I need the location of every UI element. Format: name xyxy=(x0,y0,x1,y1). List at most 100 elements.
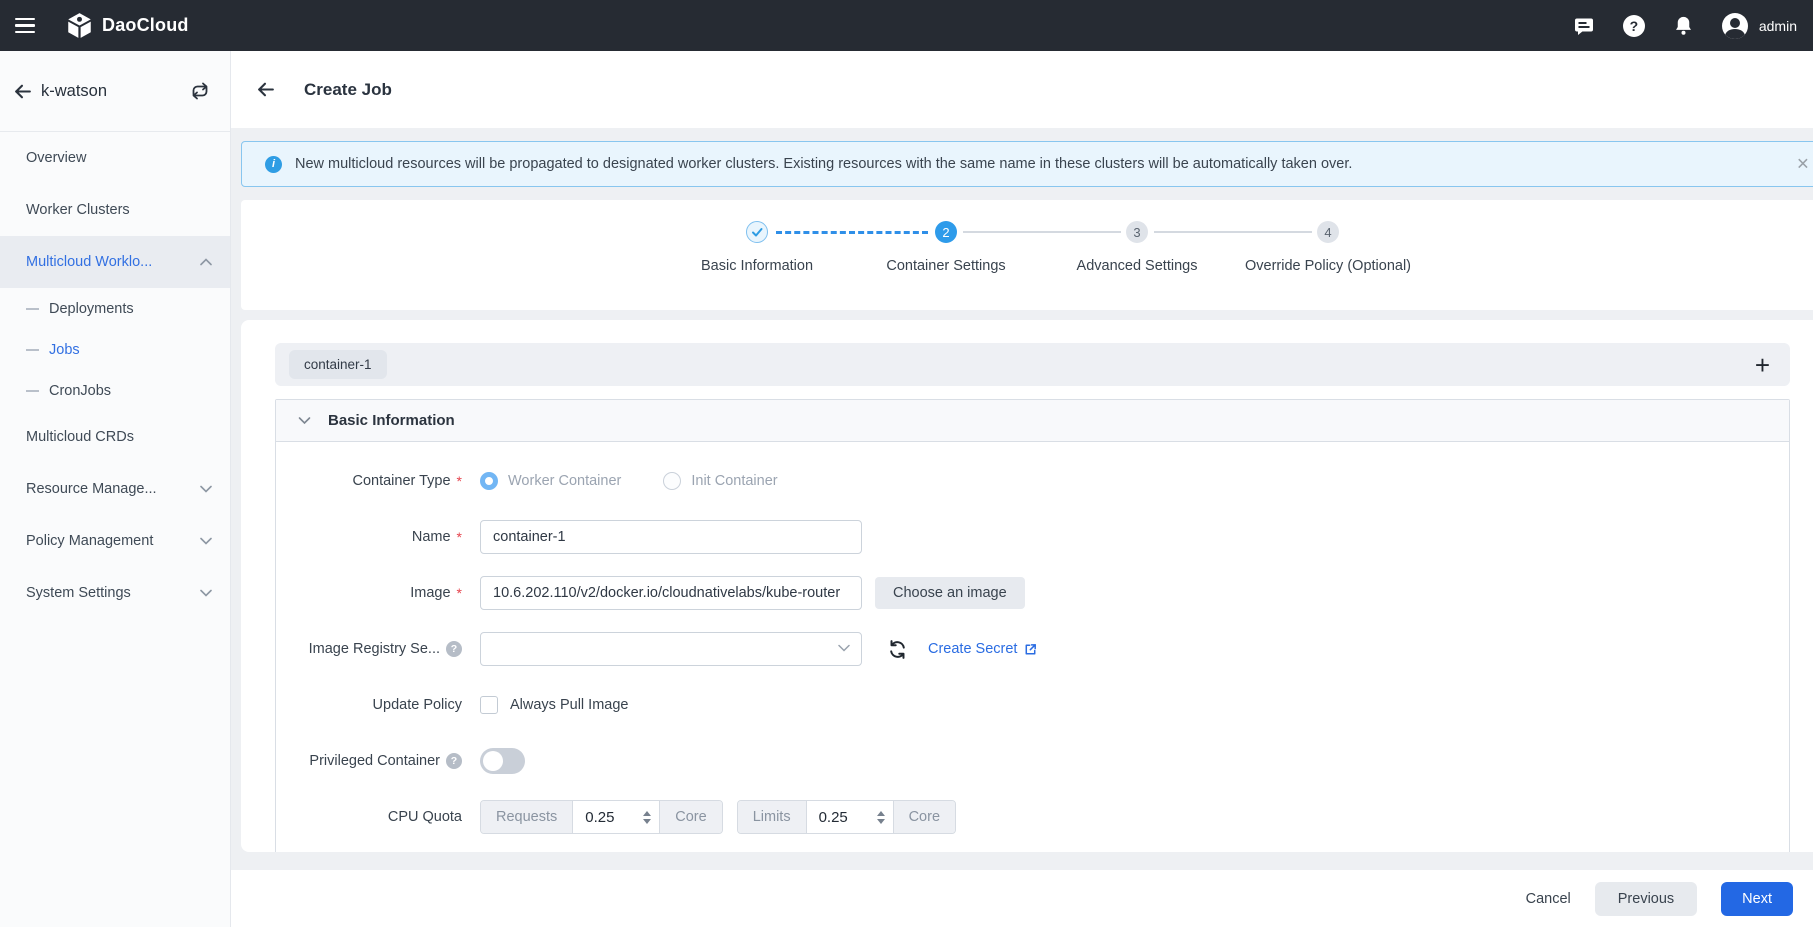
tab-container-1[interactable]: container-1 xyxy=(289,350,387,379)
sidebar-item-jobs[interactable]: Jobs xyxy=(0,329,230,370)
image-row: Image* Choose an image xyxy=(276,576,1789,610)
page-header: Create Job xyxy=(231,51,1813,128)
dash-icon xyxy=(26,390,39,392)
external-link-icon xyxy=(1023,642,1038,657)
brand-name: DaoCloud xyxy=(102,15,189,36)
cpu-requests-input[interactable] xyxy=(585,809,629,826)
section-title: Basic Information xyxy=(328,412,455,429)
section-header[interactable]: Basic Information xyxy=(276,400,1789,442)
radio-worker-container-label: Worker Container xyxy=(508,473,621,489)
stepper-arrows[interactable] xyxy=(643,811,651,824)
sidebar-item-multicloud-crds[interactable]: Multicloud CRDs xyxy=(0,411,230,463)
next-button[interactable]: Next xyxy=(1721,882,1793,916)
info-icon: i xyxy=(265,156,282,173)
spin-up-icon xyxy=(877,811,885,816)
daocloud-logo-icon xyxy=(66,12,93,39)
sidebar-item-system-settings[interactable]: System Settings xyxy=(0,567,230,619)
stepper-connector xyxy=(1154,231,1312,233)
brand[interactable]: DaoCloud xyxy=(66,12,189,39)
sidebar-item-deployments[interactable]: Deployments xyxy=(0,288,230,329)
form-body: Container Type* Worker Container Init Co… xyxy=(276,442,1789,834)
cpu-quota-label: CPU Quota xyxy=(276,809,462,825)
hamburger-bars xyxy=(15,14,35,38)
sidebar-item-multicloud-workloads[interactable]: Multicloud Worklo... xyxy=(0,236,230,288)
dash-icon xyxy=(26,308,39,310)
update-policy-label: Update Policy xyxy=(276,697,462,713)
stepper: 2 3 4 Basic Information Container Settin… xyxy=(241,200,1813,310)
collapse-chevron-icon xyxy=(298,416,311,425)
chevron-up-icon xyxy=(200,258,212,266)
step-1-label: Basic Information xyxy=(647,258,867,274)
back-icon[interactable] xyxy=(12,81,33,102)
step-1-done-circle[interactable] xyxy=(746,221,768,243)
sidebar-item-overview[interactable]: Overview xyxy=(0,132,230,184)
add-container-icon[interactable]: + xyxy=(1749,352,1776,378)
basic-information-section: Basic Information Container Type* Worker… xyxy=(275,399,1790,852)
sidebar-item-worker-clusters[interactable]: Worker Clusters xyxy=(0,184,230,236)
sidebar-item-cronjobs[interactable]: CronJobs xyxy=(0,370,230,411)
cluster-name: k-watson xyxy=(41,82,107,101)
radio-init-container[interactable] xyxy=(663,472,681,490)
avatar-icon xyxy=(1722,13,1748,39)
spin-up-icon xyxy=(643,811,651,816)
create-secret-link[interactable]: Create Secret xyxy=(928,641,1038,657)
refresh-icon[interactable] xyxy=(887,639,908,660)
name-label: Name* xyxy=(276,529,462,545)
sidebar-header: k-watson xyxy=(0,51,230,131)
help-tooltip-icon[interactable]: ? xyxy=(446,753,462,769)
back-icon[interactable] xyxy=(255,79,276,100)
message-icon[interactable] xyxy=(1572,14,1596,38)
registry-secret-select[interactable] xyxy=(480,632,862,666)
step-3-circle[interactable]: 3 xyxy=(1126,221,1148,243)
stepper-connector xyxy=(776,231,928,234)
requests-addon: Requests xyxy=(481,801,573,833)
close-icon[interactable]: × xyxy=(1797,154,1809,175)
topbar-right: ? admin xyxy=(1572,13,1813,39)
radio-worker-container[interactable] xyxy=(480,472,498,490)
stepper-connector xyxy=(963,231,1121,233)
hamburger-menu-icon[interactable] xyxy=(0,0,50,51)
step-3-label: Advanced Settings xyxy=(1027,258,1247,274)
help-icon[interactable]: ? xyxy=(1623,15,1645,37)
topbar: DaoCloud ? admin xyxy=(0,0,1813,51)
footer-actions: Cancel Previous Next xyxy=(231,870,1813,927)
banner-text: New multicloud resources will be propaga… xyxy=(295,156,1352,172)
privileged-toggle[interactable] xyxy=(480,748,525,774)
choose-image-button[interactable]: Choose an image xyxy=(875,577,1025,609)
cpu-limits-group: Limits Core xyxy=(737,800,956,834)
limits-addon: Limits xyxy=(738,801,807,833)
sidebar: k-watson Overview Worker Clusters Multic… xyxy=(0,51,231,927)
name-input[interactable] xyxy=(480,520,862,554)
dash-icon xyxy=(26,349,39,351)
step-4-circle[interactable]: 4 xyxy=(1317,221,1339,243)
stepper-arrows[interactable] xyxy=(877,811,885,824)
container-settings-card: container-1 + Basic Information Containe… xyxy=(241,320,1813,852)
radio-init-container-label: Init Container xyxy=(691,473,777,489)
sidebar-item-resource-management[interactable]: Resource Manage... xyxy=(0,463,230,515)
core-unit-addon: Core xyxy=(893,801,955,833)
previous-button[interactable]: Previous xyxy=(1595,882,1697,916)
step-2-active-circle[interactable]: 2 xyxy=(935,221,957,243)
core-unit-addon: Core xyxy=(659,801,721,833)
page-title: Create Job xyxy=(304,80,392,100)
notification-bell-icon[interactable] xyxy=(1672,14,1695,37)
switch-cluster-icon[interactable] xyxy=(190,81,210,101)
help-tooltip-icon[interactable]: ? xyxy=(446,641,462,657)
privileged-container-label: Privileged Container ? xyxy=(276,753,462,769)
step-4-label: Override Policy (Optional) xyxy=(1218,258,1438,274)
cpu-limits-input[interactable] xyxy=(819,809,863,826)
always-pull-image-checkbox[interactable] xyxy=(480,696,498,714)
image-label: Image* xyxy=(276,585,462,601)
spin-down-icon xyxy=(877,819,885,824)
name-row: Name* xyxy=(276,520,1789,554)
sidebar-item-policy-management[interactable]: Policy Management xyxy=(0,515,230,567)
container-type-row: Container Type* Worker Container Init Co… xyxy=(276,464,1789,498)
avatar[interactable] xyxy=(1722,13,1748,39)
cancel-button[interactable]: Cancel xyxy=(1526,891,1571,907)
cpu-requests-group: Requests Core xyxy=(480,800,723,834)
privileged-container-row: Privileged Container ? xyxy=(276,744,1789,778)
username[interactable]: admin xyxy=(1759,18,1797,34)
image-input[interactable] xyxy=(480,576,862,610)
update-policy-row: Update Policy Always Pull Image xyxy=(276,688,1789,722)
chevron-down-icon xyxy=(200,537,212,545)
